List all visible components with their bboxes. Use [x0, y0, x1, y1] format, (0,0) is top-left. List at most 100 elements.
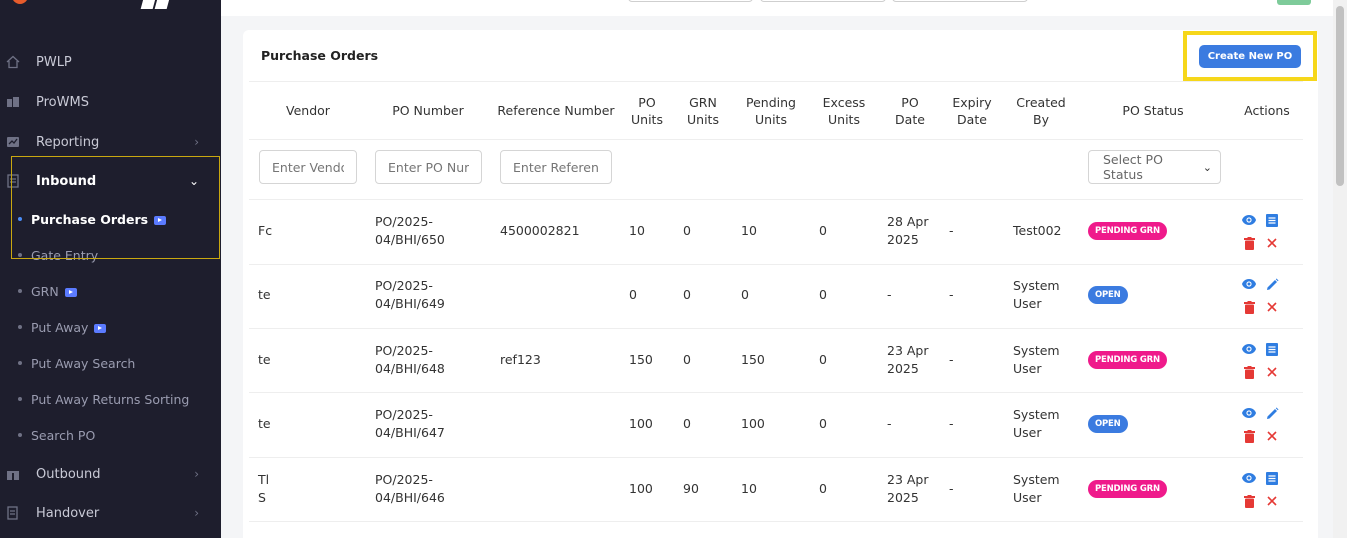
po-date-cell: 23 Apr 2025: [887, 342, 929, 377]
sidebar-subitem-put-away[interactable]: Put Away: [0, 313, 221, 341]
view-eye-icon[interactable]: [1242, 213, 1256, 227]
delete-icon[interactable]: [1242, 365, 1256, 379]
vendor-cell: te: [258, 352, 271, 367]
sidebar-subitem-label: GRN: [31, 283, 59, 299]
po-number-filter-input[interactable]: [375, 150, 482, 184]
status-badge: OPEN: [1088, 286, 1128, 304]
gift-icon: [5, 466, 21, 482]
created-by-cell: System User: [1013, 277, 1060, 312]
create-new-po-button[interactable]: Create New PO: [1198, 44, 1302, 68]
close-icon[interactable]: [1265, 300, 1279, 314]
sidebar-item-outbound[interactable]: Outbound ›: [0, 457, 221, 491]
close-icon[interactable]: [1265, 429, 1279, 443]
sidebar-subitem-put-away-search[interactable]: Put Away Search: [0, 349, 221, 377]
sidebar-item-inbound[interactable]: Inbound ⌄: [0, 164, 221, 198]
column-header-grn-units[interactable]: GRN Units: [683, 94, 723, 128]
po-number-line: PO/2025-: [375, 343, 433, 358]
view-eye-icon[interactable]: [1242, 342, 1256, 356]
po-number-line: PO/2025-: [375, 472, 433, 487]
sidebar-subitem-label: Put Away: [31, 319, 89, 335]
top-filter-input[interactable]: [628, 0, 753, 2]
sidebar-item-pwlp[interactable]: PWLP: [0, 45, 221, 79]
po-number-line: 04/BHI/646: [375, 489, 445, 505]
excess-units-cell: 0: [819, 481, 827, 496]
sidebar-subitem-put-away-returns-sorting[interactable]: Put Away Returns Sorting: [0, 385, 221, 413]
sidebar-subitem-purchase-orders[interactable]: Purchase Orders: [0, 205, 221, 233]
sidebar-item-prowms[interactable]: ProWMS: [0, 85, 221, 119]
sidebar-item-reporting[interactable]: Reporting ›: [0, 125, 221, 159]
sidebar-subitem-label: Put Away Returns Sorting: [31, 391, 190, 407]
column-header-excess-units[interactable]: Excess Units: [815, 94, 873, 128]
po-date-cell: -: [887, 416, 892, 431]
expiry-date-cell: -: [949, 287, 954, 302]
top-action-button[interactable]: [1277, 0, 1311, 5]
expiry-date-cell: -: [949, 481, 954, 496]
list-icon[interactable]: [1265, 471, 1279, 485]
column-header-reference-number[interactable]: Reference Number: [496, 102, 616, 119]
sidebar-subitem-gate-entry[interactable]: Gate Entry: [0, 241, 221, 269]
sidebar-subitem-label: Purchase Orders: [31, 211, 149, 227]
delete-icon[interactable]: [1242, 300, 1256, 314]
header-line: Units: [828, 112, 860, 127]
purchase-orders-card: Purchase Orders Create New PO Vendor PO …: [243, 30, 1318, 538]
top-filter-input[interactable]: [892, 0, 1028, 2]
video-icon[interactable]: [94, 323, 107, 333]
delete-icon[interactable]: [1242, 494, 1256, 508]
scrollbar-thumb[interactable]: [1336, 6, 1344, 186]
column-header-created-by[interactable]: Created By: [1010, 94, 1072, 128]
column-header-po-units[interactable]: PO Units: [627, 94, 667, 128]
status-badge: PENDING GRN: [1088, 222, 1167, 240]
list-icon[interactable]: [1265, 213, 1279, 227]
po-status-select[interactable]: Select PO Status ⌄: [1088, 150, 1221, 184]
expiry-date-cell: -: [949, 416, 954, 431]
sidebar-subitem-search-po[interactable]: Search PO: [0, 421, 221, 449]
delete-icon[interactable]: [1242, 236, 1256, 250]
close-icon[interactable]: [1265, 365, 1279, 379]
close-icon[interactable]: [1265, 236, 1279, 250]
sidebar-subitem-grn[interactable]: GRN: [0, 277, 221, 305]
sidebar-item-handover[interactable]: Handover ›: [0, 496, 221, 530]
po-number-line: PO/2025-: [375, 407, 433, 422]
chevron-right-icon: ›: [194, 135, 199, 149]
view-eye-icon[interactable]: [1242, 406, 1256, 420]
vendor-filter-input[interactable]: [259, 150, 357, 184]
po-units-cell: 0: [629, 287, 637, 302]
vendor-cell: te: [258, 287, 271, 302]
video-icon[interactable]: [64, 287, 77, 297]
po-number-line: 04/BHI/647: [375, 424, 445, 440]
column-header-po-number[interactable]: PO Number: [383, 102, 473, 119]
column-header-vendor[interactable]: Vendor: [278, 102, 338, 119]
video-icon[interactable]: [154, 215, 167, 225]
column-header-expiry-date[interactable]: Expiry Date: [946, 94, 998, 128]
top-filter-input[interactable]: [760, 0, 886, 2]
delete-icon[interactable]: [1242, 429, 1256, 443]
header-line: Created: [1016, 95, 1066, 110]
divider: [249, 139, 1303, 140]
date-line: 23 Apr: [887, 472, 929, 487]
date-line: 2025: [887, 231, 919, 247]
grn-units-cell: 0: [683, 416, 691, 431]
pending-units-cell: 150: [741, 352, 765, 367]
view-eye-icon[interactable]: [1242, 277, 1256, 291]
bullet-icon: [18, 433, 22, 437]
sidebar-item-label: Reporting: [36, 134, 100, 150]
created-by-line: System: [1013, 472, 1060, 487]
created-by-line: User: [1013, 424, 1042, 440]
pencil-icon[interactable]: [1265, 406, 1279, 420]
list-icon[interactable]: [1265, 342, 1279, 356]
boxes-icon: [5, 94, 21, 110]
bullet-icon: [18, 397, 22, 401]
inbound-icon: [5, 173, 21, 189]
pencil-icon[interactable]: [1265, 277, 1279, 291]
view-eye-icon[interactable]: [1242, 471, 1256, 485]
column-header-pending-units[interactable]: Pending Units: [741, 94, 801, 128]
header-line: Expiry: [952, 95, 992, 110]
scrollbar[interactable]: [1333, 0, 1347, 538]
column-header-po-status[interactable]: PO Status: [1108, 102, 1198, 119]
logo-flame-icon: [12, 0, 28, 4]
close-icon[interactable]: [1265, 494, 1279, 508]
column-header-po-date[interactable]: PO Date: [888, 94, 932, 128]
pending-units-cell: 10: [741, 223, 757, 238]
header-line: Excess: [822, 95, 866, 110]
reference-filter-input[interactable]: [500, 150, 612, 184]
